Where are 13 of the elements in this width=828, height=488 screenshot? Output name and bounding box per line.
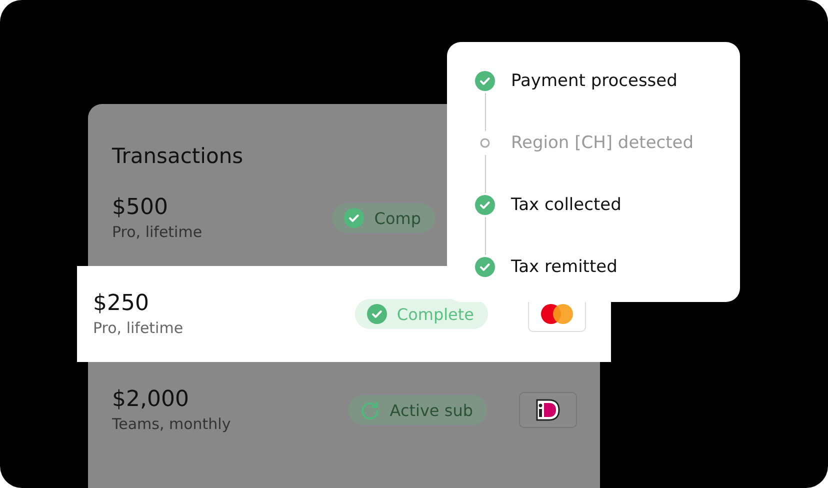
amount-text: $2,000 <box>112 387 190 412</box>
amount-text: $500 <box>112 195 169 220</box>
plan-text: Pro, lifetime <box>112 223 204 241</box>
status-badge: Complete <box>354 299 488 329</box>
card-title: Transactions <box>112 144 244 170</box>
amount-text: $250 <box>93 291 150 316</box>
step-label: Payment processed <box>511 71 678 91</box>
plan-text: Pro, lifetime <box>93 319 184 337</box>
step-label: Tax collected <box>511 195 622 215</box>
status-badge: Comp <box>332 203 435 233</box>
step-label: Region [CH] detected <box>511 133 694 153</box>
plan-text: Teams, monthly <box>112 415 232 433</box>
status-badge: Active sub <box>348 395 487 425</box>
